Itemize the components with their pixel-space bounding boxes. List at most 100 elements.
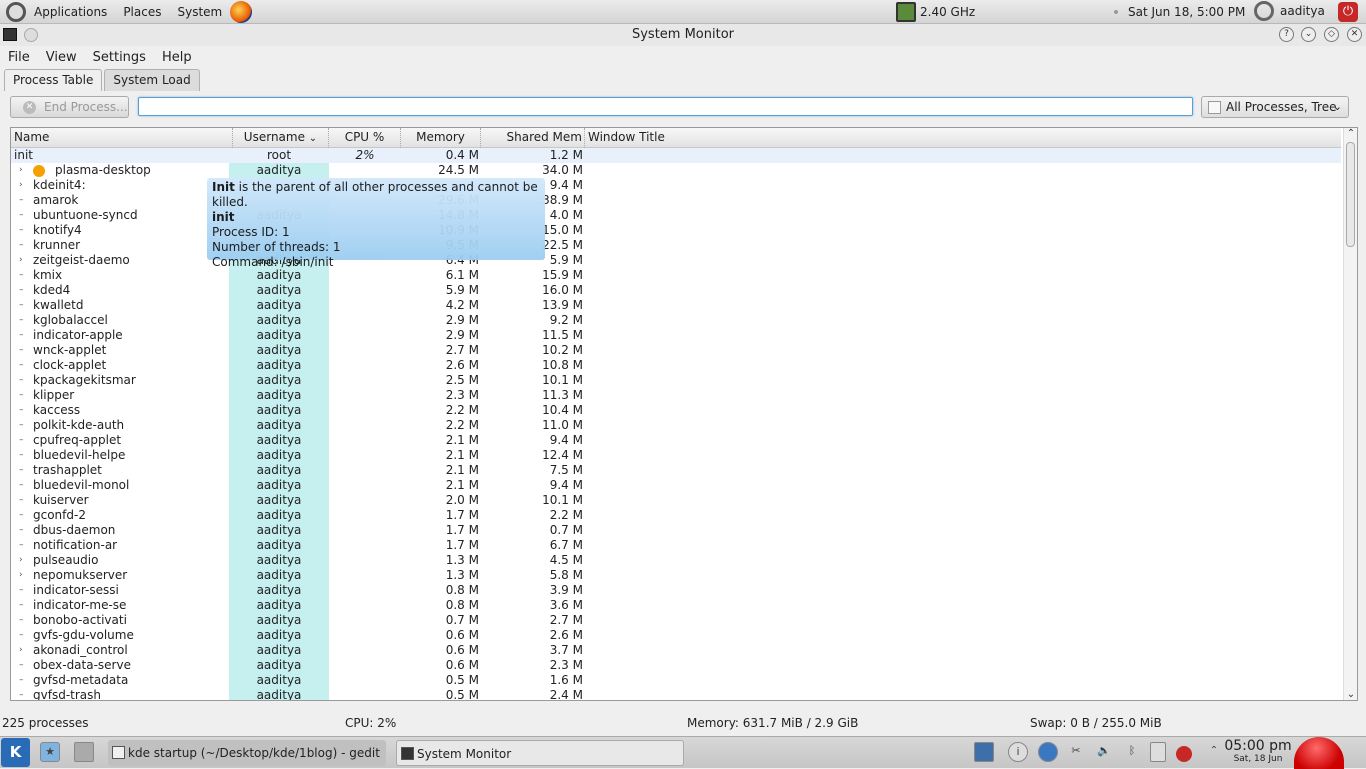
table-row[interactable]: – dbus-daemon aaditya 1.7 M 0.7 M [11, 523, 1341, 538]
table-row[interactable]: – kuiserver aaditya 2.0 M 10.1 M [11, 493, 1341, 508]
tree-line-icon: – [19, 465, 24, 475]
volume-icon[interactable]: 🔈 [1094, 742, 1114, 762]
table-row[interactable]: – bluedevil-monol aaditya 2.1 M 9.4 M [11, 478, 1341, 493]
col-window-title[interactable]: Window Title [585, 128, 1341, 148]
expand-arrow-icon[interactable]: › [19, 178, 33, 193]
process-cpu [329, 523, 401, 538]
network-icon[interactable] [974, 742, 994, 762]
table-row[interactable]: – gconfd-2 aaditya 1.7 M 2.2 M [11, 508, 1341, 523]
taskbar-clock[interactable]: 05:00 pm Sat, 18 Jun [1222, 738, 1294, 764]
table-row[interactable]: › plasma-desktop aaditya 24.5 M 34.0 M [11, 163, 1341, 178]
table-row[interactable]: – gvfsd-trash aaditya 0.5 M 2.4 M [11, 688, 1341, 700]
table-row[interactable]: – cpufreq-applet aaditya 2.1 M 9.4 M [11, 433, 1341, 448]
tab-system-load[interactable]: System Load [104, 69, 200, 91]
menu-file[interactable]: File [0, 50, 38, 65]
expand-arrow-icon[interactable]: › [19, 553, 33, 568]
table-row[interactable]: – indicator-me-se aaditya 0.8 M 3.6 M [11, 598, 1341, 613]
process-filter-select[interactable]: All Processes, Tree ⌄ [1201, 96, 1349, 118]
top-clock[interactable]: Sat Jun 18, 5:00 PM [1128, 5, 1245, 19]
menu-settings[interactable]: Settings [85, 50, 154, 65]
table-row[interactable]: – indicator-sessi aaditya 0.8 M 3.9 M [11, 583, 1341, 598]
applications-menu[interactable]: Applications [26, 5, 115, 19]
table-row[interactable]: › nepomukserver aaditya 1.3 M 5.8 M [11, 568, 1341, 583]
col-username[interactable]: Username ⌄ [233, 128, 329, 148]
table-row[interactable]: – wnck-applet aaditya 2.7 M 10.2 M [11, 343, 1341, 358]
process-cpu [329, 268, 401, 283]
expand-arrow-icon[interactable]: › [19, 643, 33, 658]
table-row[interactable]: – bonobo-activati aaditya 0.7 M 2.7 M [11, 613, 1341, 628]
help-icon[interactable]: ? [1279, 27, 1294, 42]
process-name: wnck-applet [33, 343, 107, 357]
no-entry-icon[interactable] [1176, 746, 1192, 762]
process-user: aaditya [229, 478, 329, 493]
table-row[interactable]: – kglobalaccel aaditya 2.9 M 9.2 M [11, 313, 1341, 328]
table-row[interactable]: – kded4 aaditya 5.9 M 16.0 M [11, 283, 1341, 298]
scroll-down-icon[interactable]: ⌄ [1345, 689, 1357, 700]
table-row[interactable]: – bluedevil-helpe aaditya 2.1 M 12.4 M [11, 448, 1341, 463]
table-row[interactable]: – clock-applet aaditya 2.6 M 10.8 M [11, 358, 1341, 373]
table-row[interactable]: › pulseaudio aaditya 1.3 M 4.5 M [11, 553, 1341, 568]
table-row[interactable]: – kpackagekitsmar aaditya 2.5 M 10.1 M [11, 373, 1341, 388]
task-gedit[interactable]: kde startup (~/Desktop/kde/1blog) - gedi… [108, 740, 386, 766]
tab-process-table[interactable]: Process Table [4, 69, 103, 91]
places-menu[interactable]: Places [115, 5, 169, 19]
end-process-button[interactable]: ✕ End Process... [10, 96, 129, 118]
folder-star-icon[interactable]: ★ [40, 742, 60, 762]
power-icon[interactable]: ⏻ [1338, 2, 1358, 22]
tree-line-icon: – [19, 420, 24, 430]
expand-arrow-icon[interactable]: › [19, 163, 33, 178]
minimize-icon[interactable]: ⌄ [1301, 27, 1316, 42]
menu-view[interactable]: View [38, 50, 85, 65]
ubuntu-logo-icon[interactable] [6, 1, 26, 22]
tree-line-icon: – [19, 540, 24, 550]
show-desktop-icon[interactable] [74, 742, 94, 762]
table-row[interactable]: – klipper aaditya 2.3 M 11.3 M [11, 388, 1341, 403]
table-row[interactable]: – gvfs-gdu-volume aaditya 0.6 M 2.6 M [11, 628, 1341, 643]
tray-expand-icon[interactable]: ⌃ [1204, 742, 1224, 762]
expand-arrow-icon[interactable]: › [19, 568, 33, 583]
table-row[interactable]: – kmix aaditya 6.1 M 15.9 M [11, 268, 1341, 283]
expand-arrow-icon[interactable]: › [19, 253, 33, 268]
cashew-icon[interactable] [1294, 737, 1344, 769]
process-shared-mem: 10.4 M [542, 403, 583, 417]
process-memory: 0.6 M [445, 658, 479, 672]
kde-menu-icon[interactable]: K [1, 738, 30, 767]
table-row[interactable]: – trashapplet aaditya 2.1 M 7.5 M [11, 463, 1341, 478]
menu-help[interactable]: Help [154, 50, 200, 65]
update-icon[interactable] [1038, 742, 1058, 762]
tooltip-name: init [212, 210, 235, 224]
table-row[interactable]: – indicator-apple aaditya 2.9 M 11.5 M [11, 328, 1341, 343]
task-system-monitor[interactable]: System Monitor [396, 740, 684, 766]
col-shared-mem[interactable]: Shared Mem [481, 128, 585, 148]
clipboard-icon[interactable] [1150, 742, 1166, 762]
table-row[interactable]: – gvfsd-metadata aaditya 0.5 M 1.6 M [11, 673, 1341, 688]
user-menu[interactable]: aaditya [1254, 1, 1325, 21]
scroll-up-icon[interactable]: ⌃ [1345, 128, 1357, 139]
table-row[interactable]: init root 2% 0.4 M 1.2 M [11, 148, 1341, 163]
table-row[interactable]: – polkit-kde-auth aaditya 2.2 M 11.0 M [11, 418, 1341, 433]
table-row[interactable]: – obex-data-serve aaditya 0.6 M 2.3 M [11, 658, 1341, 673]
process-name: kpackagekitsmar [33, 373, 136, 387]
info-icon[interactable]: i [1008, 742, 1028, 762]
col-cpu[interactable]: CPU % [329, 128, 401, 148]
col-memory[interactable]: Memory [401, 128, 481, 148]
firefox-icon[interactable] [230, 0, 253, 23]
system-menu[interactable]: System [169, 5, 230, 19]
tree-line-icon: – [19, 495, 24, 505]
vertical-scrollbar[interactable]: ⌃ ⌄ [1343, 128, 1357, 700]
maximize-icon[interactable]: ◇ [1324, 27, 1339, 42]
col-name[interactable]: Name [11, 128, 233, 148]
close-icon[interactable]: ✕ [1347, 27, 1362, 42]
table-row[interactable]: – kwalletd aaditya 4.2 M 13.9 M [11, 298, 1341, 313]
process-shared-mem: 2.6 M [549, 628, 583, 642]
process-user: root [266, 148, 292, 162]
klipper-icon[interactable]: ✂ [1066, 742, 1086, 762]
scroll-thumb[interactable] [1346, 142, 1355, 247]
window-titlebar[interactable]: System Monitor ? ⌄ ◇ ✕ [0, 24, 1366, 46]
table-row[interactable]: – kaccess aaditya 2.2 M 10.4 M [11, 403, 1341, 418]
cpu-frequency-applet[interactable]: 2.40 GHz [896, 2, 975, 22]
table-row[interactable]: › akonadi_control aaditya 0.6 M 3.7 M [11, 643, 1341, 658]
search-input[interactable] [138, 97, 1193, 116]
bluetooth-icon[interactable]: ᛒ [1122, 742, 1142, 762]
table-row[interactable]: – notification-ar aaditya 1.7 M 6.7 M [11, 538, 1341, 553]
